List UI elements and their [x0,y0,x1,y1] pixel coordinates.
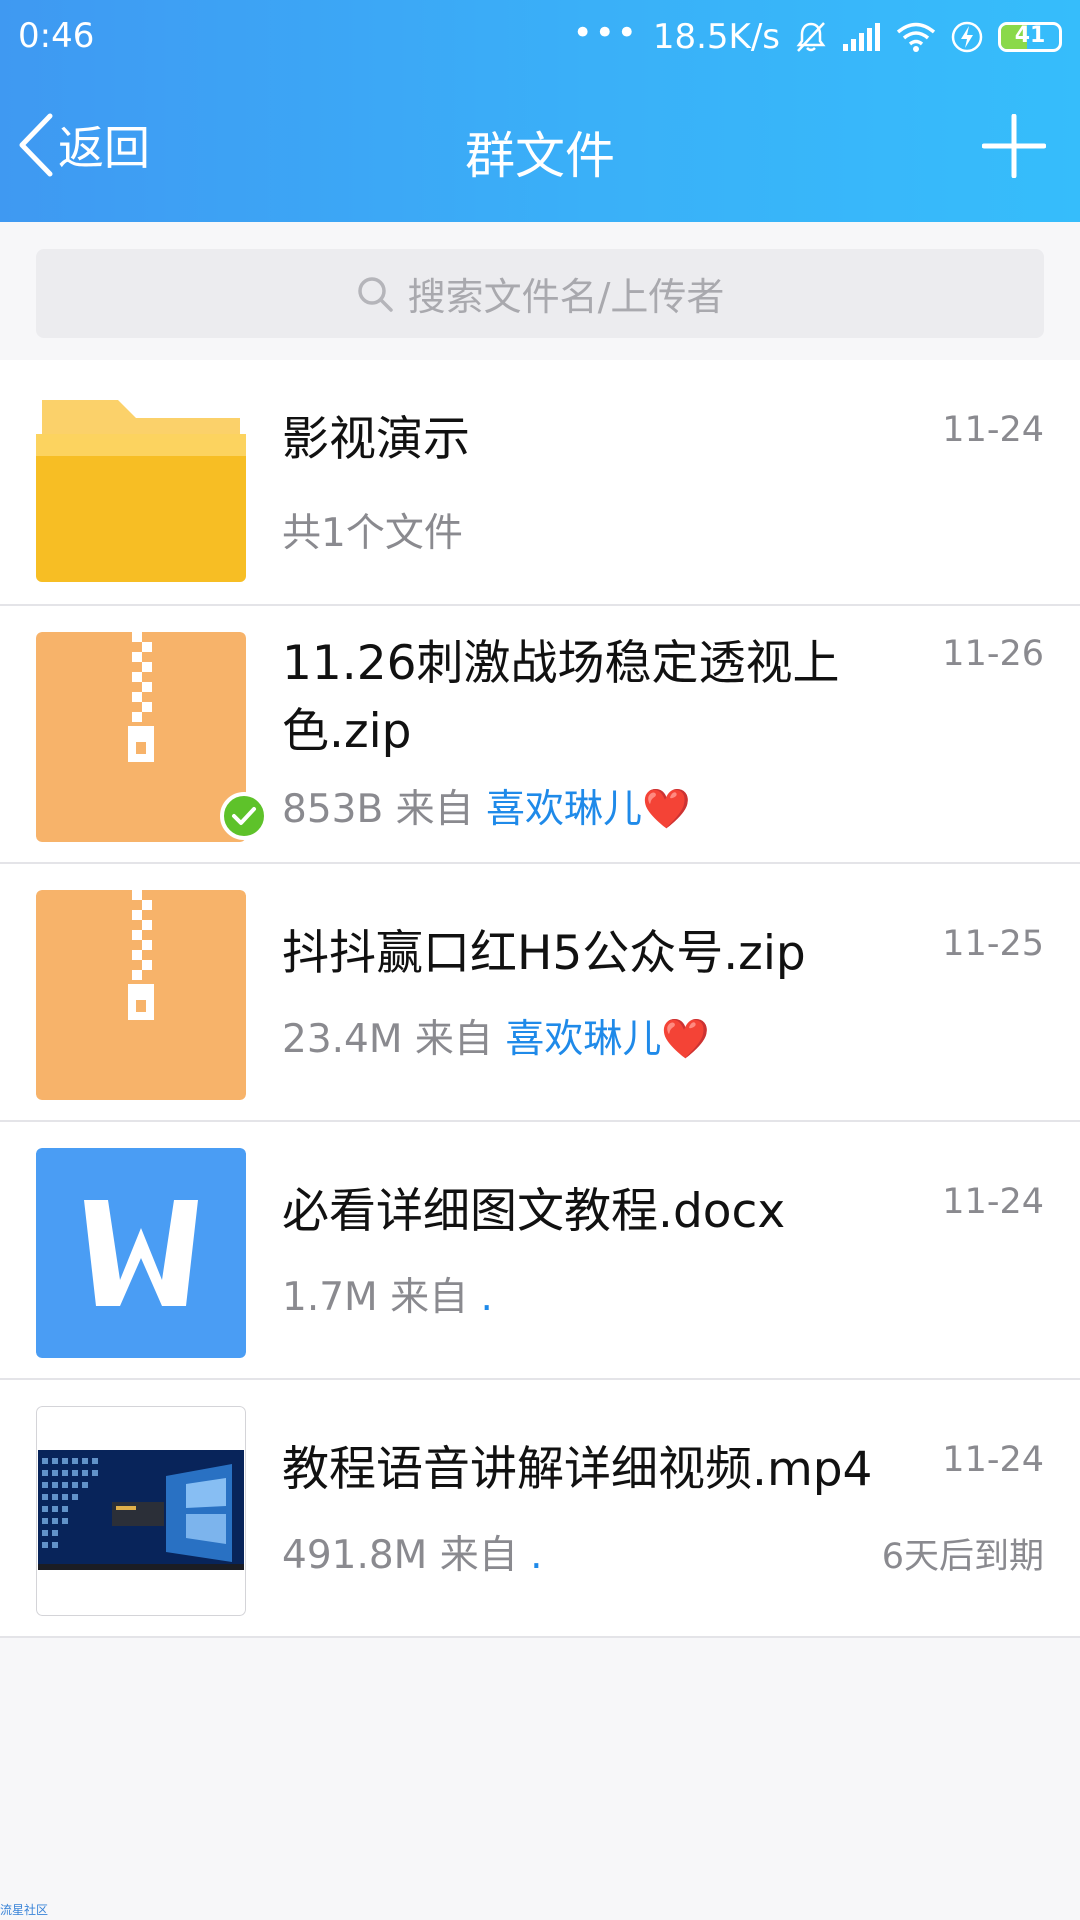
heart-icon: ❤️ [642,787,691,832]
uploader-link[interactable]: . [530,1533,542,1578]
folder-icon [36,400,246,582]
file-date: 11-25 [942,924,1044,964]
file-meta: 853B 来自 喜欢琳儿❤️ [282,778,691,834]
file-meta: 共1个文件 [282,511,463,556]
expiry-label: 6天后到期 [881,1537,1044,1577]
file-date: 11-26 [942,634,1044,674]
plus-icon[interactable] [982,114,1046,178]
file-size: 853B [282,787,384,832]
file-list: 影视演示 11-24 共1个文件 11.26刺激战场稳定透视上色.zip 11-… [0,360,1080,1638]
file-meta: 23.4M 来自 喜欢琳儿❤️ [282,1008,710,1064]
battery-level: 41 [1014,23,1046,48]
dots-icon: ••• [572,13,639,53]
file-meta: 491.8M 来自 . [282,1524,543,1580]
status-time: 0:46 [18,16,95,56]
signal-icon [843,23,880,51]
search-input[interactable]: 搜索文件名/上传者 [36,249,1044,338]
from-label: 来自 [395,787,474,832]
file-date: 11-24 [942,410,1044,450]
status-icons: ••• 18.5K/s 41 [573,14,1062,60]
uploader-link[interactable]: . [481,1275,493,1320]
file-meta: 1.7M 来自 . [282,1266,493,1322]
search-icon [357,276,393,312]
file-date: 11-24 [942,1440,1044,1480]
zip-icon [36,890,246,1100]
file-name: 11.26刺激战场稳定透视上色.zip [282,636,840,759]
uploader-link[interactable]: 喜欢琳儿 [486,787,642,832]
list-item[interactable]: 11.26刺激战场稳定透视上色.zip 11-26 853B 来自 喜欢琳儿❤️ [0,606,1080,864]
list-item[interactable]: 必看详细图文教程.docx 11-24 1.7M 来自 . [0,1122,1080,1380]
navbar: 返回 群文件 [0,94,1080,200]
downloaded-check-icon [220,792,268,840]
watermark: 流星社区 [0,1903,49,1917]
battery-icon: 41 [998,22,1062,52]
divider [0,1636,1080,1638]
from-label: 来自 [414,1017,493,1062]
status-bar: 0:46 ••• 18.5K/s 41 [0,0,1080,74]
file-name: 教程语音讲解详细视频.mp4 [282,1442,873,1497]
charging-icon [951,21,983,53]
video-thumbnail [36,1406,246,1616]
search-placeholder: 搜索文件名/上传者 [407,275,725,319]
from-label: 来自 [390,1275,469,1320]
file-name: 抖抖赢口红H5公众号.zip [282,926,806,981]
file-name: 影视演示 [282,412,470,467]
mute-icon [796,22,826,52]
list-item[interactable]: 抖抖赢口红H5公众号.zip 11-25 23.4M 来自 喜欢琳儿❤️ [0,864,1080,1122]
zip-icon [36,632,246,842]
uploader-link[interactable]: 喜欢琳儿 [505,1017,661,1062]
word-doc-icon [36,1148,246,1358]
list-item[interactable]: 教程语音讲解详细视频.mp4 11-24 491.8M 来自 . 6天后到期 [0,1380,1080,1638]
header: 0:46 ••• 18.5K/s 41 返回 群文件 [0,0,1080,222]
list-item[interactable]: 影视演示 11-24 共1个文件 [0,360,1080,606]
file-date: 11-24 [942,1182,1044,1222]
from-label: 来自 [439,1533,518,1578]
file-size: 491.8M [282,1533,428,1578]
file-name: 必看详细图文教程.docx [282,1184,786,1239]
file-size: 1.7M [282,1275,378,1320]
heart-icon: ❤️ [661,1017,710,1062]
file-size: 23.4M [282,1017,403,1062]
network-speed: 18.5K/s [652,17,780,57]
wifi-icon [896,22,936,52]
page-title: 群文件 [465,127,615,185]
